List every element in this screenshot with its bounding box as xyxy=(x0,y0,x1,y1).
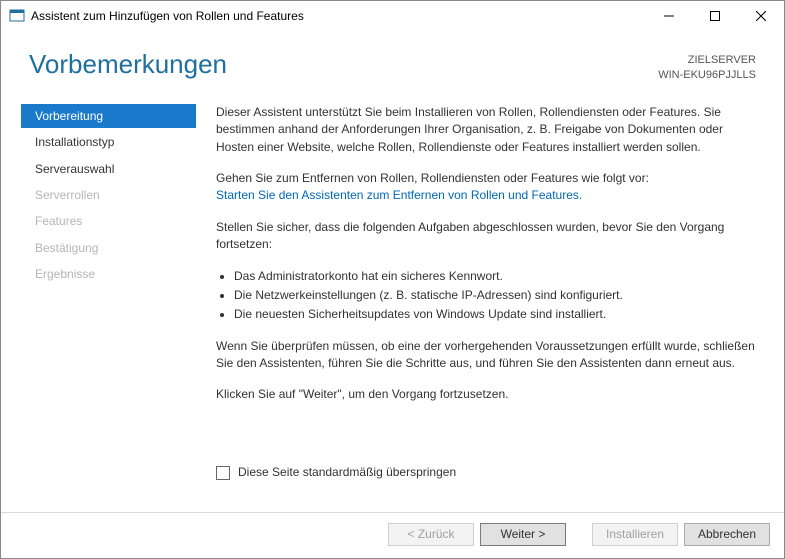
nav-item-1[interactable]: Installationstyp xyxy=(21,130,196,154)
nav-item-2[interactable]: Serverauswahl xyxy=(21,157,196,181)
app-icon xyxy=(9,8,25,24)
target-server-name: WIN-EKU96PJJLLS xyxy=(658,68,756,83)
body: VorbereitungInstallationstyp Serverauswah… xyxy=(1,102,784,512)
footer: < Zurück Weiter > Installieren Abbrechen xyxy=(1,512,784,558)
next-button[interactable]: Weiter > xyxy=(480,523,566,546)
window-title: Assistent zum Hinzufügen von Rollen und … xyxy=(31,9,646,23)
prereq-item-2: Die neuesten Sicherheitsupdates von Wind… xyxy=(234,306,756,323)
prereq-list: Das Administratorkonto hat ein sicheres … xyxy=(216,268,756,324)
prereq-item-0: Das Administratorkonto hat ein sicheres … xyxy=(234,268,756,285)
skip-row: Diese Seite standardmäßig überspringen xyxy=(216,464,756,481)
wizard-nav: VorbereitungInstallationstyp Serverauswah… xyxy=(21,102,196,512)
back-button: < Zurück xyxy=(388,523,474,546)
nav-item-4: Features xyxy=(21,209,196,233)
skip-checkbox[interactable] xyxy=(216,466,230,480)
maximize-button[interactable] xyxy=(692,1,738,31)
close-button[interactable] xyxy=(738,1,784,31)
target-server-block: ZIELSERVER WIN-EKU96PJJLLS xyxy=(658,49,756,84)
content: Dieser Assistent unterstützt Sie beim In… xyxy=(196,102,784,512)
intro-text: Dieser Assistent unterstützt Sie beim In… xyxy=(216,104,756,156)
prereq-item-1: Die Netzwerkeinstellungen (z. B. statisc… xyxy=(234,287,756,304)
remove-wizard-link[interactable]: Starten Sie den Assistenten zum Entferne… xyxy=(216,188,582,202)
target-server-label: ZIELSERVER xyxy=(658,53,756,68)
nav-item-6: Ergebnisse xyxy=(21,262,196,286)
skip-label: Diese Seite standardmäßig überspringen xyxy=(238,464,456,481)
prereq-lead: Stellen Sie sicher, dass die folgenden A… xyxy=(216,219,756,254)
nav-item-5: Bestätigung xyxy=(21,236,196,260)
page-title: Vorbemerkungen xyxy=(29,49,658,80)
remove-paragraph: Gehen Sie zum Entfernen von Rollen, Roll… xyxy=(216,170,756,205)
nav-item-3: Serverrollen xyxy=(21,183,196,207)
verify-text: Wenn Sie überprüfen müssen, ob eine der … xyxy=(216,338,756,373)
header: Vorbemerkungen ZIELSERVER WIN-EKU96PJJLL… xyxy=(1,31,784,102)
continue-text: Klicken Sie auf "Weiter", um den Vorgang… xyxy=(216,386,756,403)
titlebar: Assistent zum Hinzufügen von Rollen und … xyxy=(1,1,784,31)
remove-lead: Gehen Sie zum Entfernen von Rollen, Roll… xyxy=(216,171,649,185)
nav-item-0[interactable]: Vorbereitung xyxy=(21,104,196,128)
install-button: Installieren xyxy=(592,523,678,546)
minimize-button[interactable] xyxy=(646,1,692,31)
window-controls xyxy=(646,1,784,31)
cancel-button[interactable]: Abbrechen xyxy=(684,523,770,546)
